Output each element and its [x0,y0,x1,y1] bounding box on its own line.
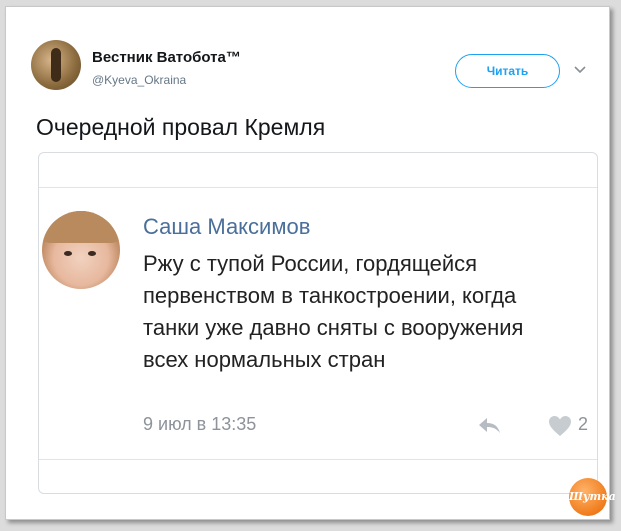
embedded-screenshot[interactable]: Саша Максимов Ржу с тупой России, гордящ… [38,152,598,494]
post-author-name[interactable]: Саша Максимов [143,214,310,240]
post-message: Ржу с тупой России, гордящейся первенств… [143,251,524,372]
card-divider-top [39,187,597,188]
avatar-eye-left [64,251,72,256]
avatar-eye-right [88,251,96,256]
author-avatar[interactable] [31,40,81,90]
post-date[interactable]: 9 июл в 13:35 [143,414,256,435]
heart-icon[interactable] [548,415,572,437]
avatar-figure [51,48,61,82]
chevron-down-icon[interactable] [573,62,587,76]
tweet-card: Вестник Ватобота™ @Kyeva_Okraina Читать … [5,6,616,520]
likes-count: 2 [578,414,589,434]
card-divider-bottom [39,459,597,460]
author-name[interactable]: Вестник Ватобота™ [92,49,241,66]
reply-icon[interactable] [476,415,502,435]
watermark-logo: Шутка [569,478,616,516]
author-handle[interactable]: @Kyeva_Okraina [92,73,186,87]
follow-button[interactable]: Читать [455,54,560,88]
avatar-hair [42,211,120,243]
post-author-avatar[interactable] [42,211,120,289]
tweet-text: Очередной провал Кремля [36,114,326,140]
